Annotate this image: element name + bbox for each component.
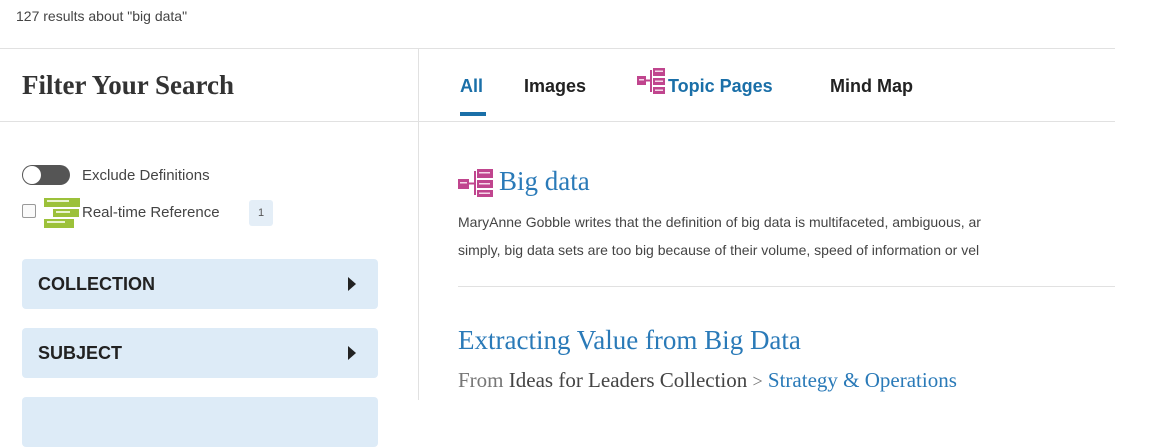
facet-collection[interactable]: COLLECTION [22, 259, 378, 309]
category-link[interactable]: Strategy & Operations [768, 368, 957, 392]
realtime-reference-checkbox[interactable] [22, 204, 36, 218]
realtime-reference-count-badge: 1 [249, 200, 273, 226]
tab-images[interactable]: Images [524, 76, 586, 97]
facet-collection-label: COLLECTION [38, 274, 155, 294]
exclude-definitions-label: Exclude Definitions [82, 167, 210, 184]
toggle-knob [23, 166, 41, 184]
active-tab-indicator [460, 112, 486, 116]
top-divider [0, 48, 1115, 49]
tab-mind-map[interactable]: Mind Map [830, 76, 913, 97]
result-title-link[interactable]: Big data [499, 166, 590, 197]
source-collection: Ideas for Leaders Collection [508, 368, 748, 392]
breadcrumb-separator: > [752, 371, 763, 391]
column-divider [418, 48, 419, 400]
results-count: 127 results about "big data" [16, 8, 188, 24]
exclude-definitions-toggle[interactable] [22, 165, 70, 185]
result-source-line: From Ideas for Leaders Collection > Stra… [458, 368, 957, 393]
topic-page-icon [637, 68, 665, 94]
result-title-link[interactable]: Extracting Value from Big Data [458, 325, 801, 356]
realtime-reference-icon [44, 198, 80, 228]
facet-subject-label: SUBJECT [38, 343, 123, 363]
facet-subject[interactable]: SUBJECT [22, 328, 378, 378]
facet-next[interactable] [22, 397, 378, 447]
topic-page-icon [458, 169, 493, 197]
result-snippet-line: simply, big data sets are too big becaus… [458, 242, 980, 258]
result-snippet-line: MaryAnne Gobble writes that the definiti… [458, 214, 981, 230]
header-divider [0, 121, 1115, 122]
tab-topic-pages[interactable]: Topic Pages [668, 76, 773, 97]
filter-title: Filter Your Search [22, 70, 234, 100]
caret-right-icon [348, 346, 356, 360]
realtime-reference-label: Real-time Reference [82, 204, 220, 221]
tab-all[interactable]: All [460, 76, 483, 97]
from-label: From [458, 368, 504, 392]
caret-right-icon [348, 277, 356, 291]
result-divider [458, 286, 1115, 287]
